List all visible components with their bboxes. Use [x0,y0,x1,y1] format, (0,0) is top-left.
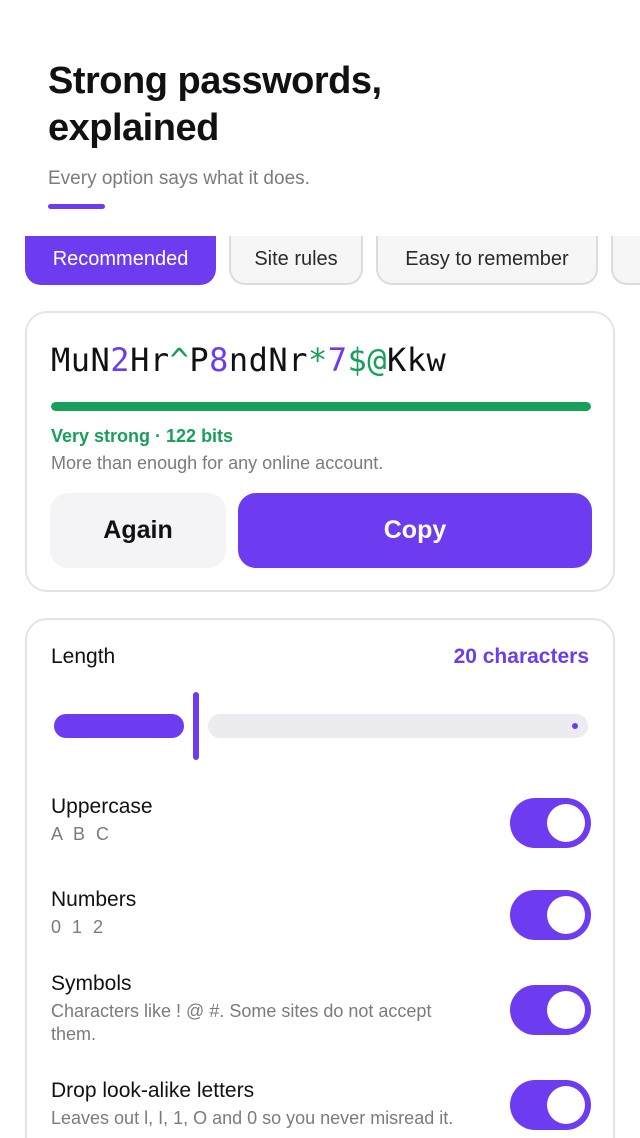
length-slider-track[interactable] [208,714,588,738]
strength-meter-fill [51,402,591,411]
option-drop-look-alikes: Drop look-alike letters Leaves out l, I,… [51,1079,591,1130]
option-description: Characters like ! @ #. Some sites do not… [51,1001,432,1044]
password-segment-letter: MuN [51,341,111,379]
password-card: MuN2Hr^P8ndNr*7$@Kkw Very strong · 122 b… [25,311,615,592]
password-segment-symbol: * [307,341,328,379]
toggle-knob [547,1086,585,1124]
page-subtitle: Every option says what it does. [48,168,310,189]
password-segment-digit: 2 [110,341,131,379]
regenerate-button[interactable]: Again [50,493,226,568]
toggle-knob [547,804,585,842]
option-description: 0 1 2 [51,917,107,937]
toggle-knob [547,896,585,934]
option-uppercase: Uppercase A B C [51,795,591,848]
title-accent-bar [48,204,105,209]
page-title-line-1: Strong passwords, [48,60,382,102]
strength-meter [51,402,591,411]
option-numbers: Numbers 0 1 2 [51,888,591,940]
length-slider-thumb[interactable] [193,692,199,760]
password-segment-symbol: $@ [347,341,388,379]
password-segment-letter: P [189,341,210,379]
tab-site-rules[interactable]: Site rules [229,236,363,285]
strength-description: More than enough for any online account. [51,453,384,473]
drop-look-alikes-toggle[interactable] [510,1080,591,1130]
password-segment-digit: 7 [327,341,348,379]
tab-recommended[interactable]: Recommended [25,236,216,285]
toggle-knob [547,991,585,1029]
length-slider[interactable] [51,690,591,762]
strength-label: Very strong · 122 bits [51,426,234,446]
tab-overflow[interactable] [611,236,640,285]
length-slider-end-dot [572,723,578,729]
page-title: Strong passwords, explained [48,58,608,152]
symbols-toggle[interactable] [510,985,591,1035]
page-header: Strong passwords, explained Every option… [48,58,608,190]
password-segment-letter: ndNr [228,341,308,379]
copy-button[interactable]: Copy [238,493,592,568]
option-description: Leaves out l, I, 1, O and 0 so you never… [51,1108,454,1128]
length-slider-fill [54,714,184,738]
password-segment-digit: 8 [209,341,229,379]
password-segment-letter: Kkw [387,341,447,379]
numbers-toggle[interactable] [510,890,591,940]
options-card: Length 20 characters Uppercase A B C Num… [25,618,615,1138]
option-description: A B C [51,824,113,844]
uppercase-toggle[interactable] [510,798,591,848]
page-title-line-2: explained [48,107,219,149]
length-label: Length [51,645,116,668]
option-symbols: Symbols Characters like ! @ #. Some site… [51,972,591,1046]
generated-password[interactable]: MuN2Hr^P8ndNr*7$@Kkw [51,341,446,379]
preset-tabs: Recommended Site rules Easy to remember [0,236,640,288]
password-segment-letter: Hr [130,341,170,379]
length-value: 20 characters [453,645,589,668]
tab-easy-to-remember[interactable]: Easy to remember [376,236,598,285]
password-segment-symbol: ^ [169,341,190,379]
option-title: Symbols [51,972,132,995]
